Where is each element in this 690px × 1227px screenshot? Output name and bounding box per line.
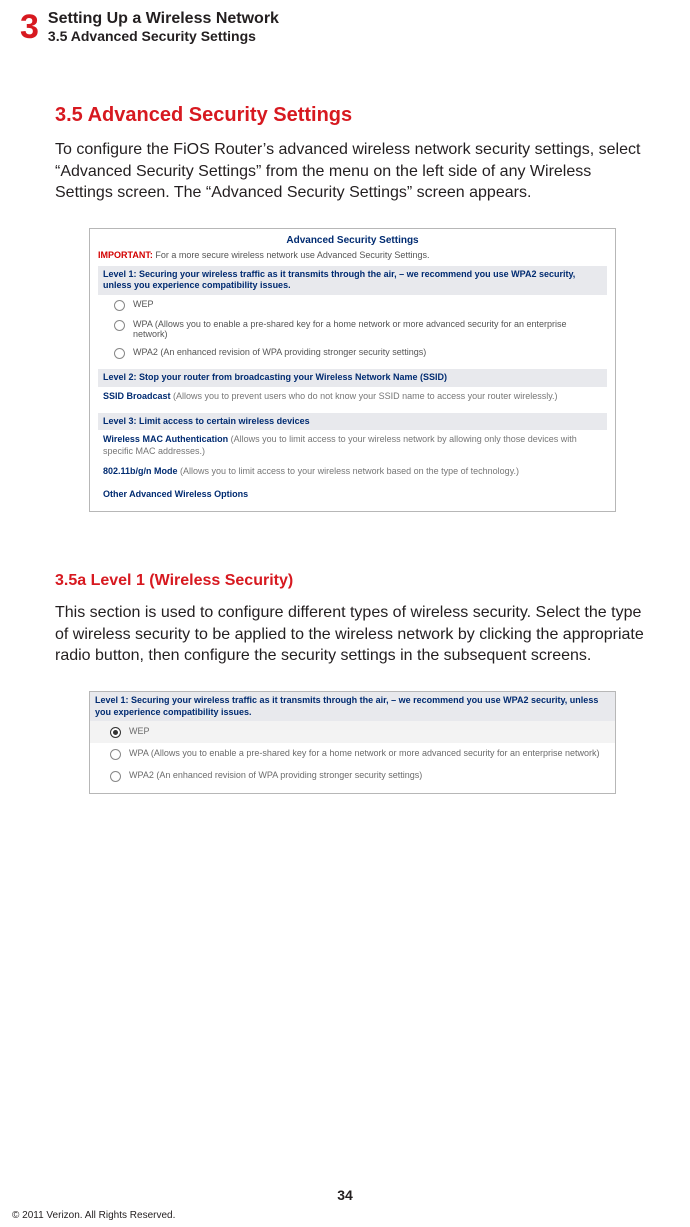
mode-link[interactable]: 802.11b/g/n Mode (Allows you to limit ac… <box>98 462 607 482</box>
section-crumb: 3.5 Advanced Security Settings <box>48 28 279 44</box>
link-desc: (Allows you to prevent users who do not … <box>171 391 558 401</box>
radio-icon <box>110 749 121 760</box>
radio-wpa2[interactable]: WPA2 (An enhanced revision of WPA provid… <box>98 343 607 363</box>
link-label: SSID Broadcast <box>103 391 171 401</box>
level1-bar: Level 1: Securing your wireless traffic … <box>90 692 615 721</box>
radio-label: WEP <box>133 299 154 309</box>
ssid-broadcast-link[interactable]: SSID Broadcast (Allows you to prevent us… <box>98 387 607 407</box>
link-label: Wireless MAC Authentication <box>103 434 228 444</box>
radio-wpa[interactable]: WPA (Allows you to enable a pre-shared k… <box>90 743 615 765</box>
radio-icon <box>114 348 125 359</box>
radio-icon <box>110 727 121 738</box>
radio-wpa2[interactable]: WPA2 (An enhanced revision of WPA provid… <box>90 765 615 787</box>
level1-bar: Level 1: Securing your wireless traffic … <box>98 266 607 295</box>
subsection-heading: 3.5a Level 1 (Wireless Security) <box>55 572 650 590</box>
page-header: 3 Setting Up a Wireless Network 3.5 Adva… <box>20 10 670 44</box>
page-number: 34 <box>0 1187 690 1203</box>
link-label: 802.11b/g/n Mode <box>103 466 178 476</box>
radio-label: WPA2 (An enhanced revision of WPA provid… <box>129 770 422 780</box>
chapter-title: Setting Up a Wireless Network <box>48 10 279 28</box>
link-desc: (Allows you to limit access to your wire… <box>178 466 520 476</box>
copyright: © 2011 Verizon. All Rights Reserved. <box>12 1210 175 1221</box>
radio-wep[interactable]: WEP <box>90 721 615 743</box>
subsection-body-paragraph: This section is used to configure differ… <box>55 602 650 667</box>
radio-wep[interactable]: WEP <box>98 295 607 315</box>
advanced-security-screenshot: Advanced Security Settings IMPORTANT: Fo… <box>89 228 616 513</box>
level2-bar: Level 2: Stop your router from broadcast… <box>98 369 607 387</box>
radio-label: WPA (Allows you to enable a pre-shared k… <box>129 748 600 758</box>
radio-label: WPA2 (An enhanced revision of WPA provid… <box>133 347 426 357</box>
radio-label: WPA (Allows you to enable a pre-shared k… <box>133 319 603 339</box>
radio-icon <box>110 771 121 782</box>
important-label: IMPORTANT: <box>98 250 153 260</box>
section-heading: 3.5 Advanced Security Settings <box>55 104 650 127</box>
radio-icon <box>114 320 125 331</box>
screenshot-title: Advanced Security Settings <box>90 229 615 250</box>
level1-screenshot: Level 1: Securing your wireless traffic … <box>89 691 616 794</box>
chapter-number: 3 <box>20 10 38 44</box>
section-intro-paragraph: To configure the FiOS Router’s advanced … <box>55 139 650 204</box>
radio-icon <box>114 300 125 311</box>
level3-bar: Level 3: Limit access to certain wireles… <box>98 413 607 431</box>
other-options-link[interactable]: Other Advanced Wireless Options <box>98 481 607 503</box>
important-text: For a more secure wireless network use A… <box>153 250 430 260</box>
radio-label: WEP <box>129 726 150 736</box>
mac-auth-link[interactable]: Wireless MAC Authentication (Allows you … <box>98 430 607 461</box>
important-note: IMPORTANT: For a more secure wireless ne… <box>98 250 607 260</box>
radio-wpa[interactable]: WPA (Allows you to enable a pre-shared k… <box>98 315 607 343</box>
